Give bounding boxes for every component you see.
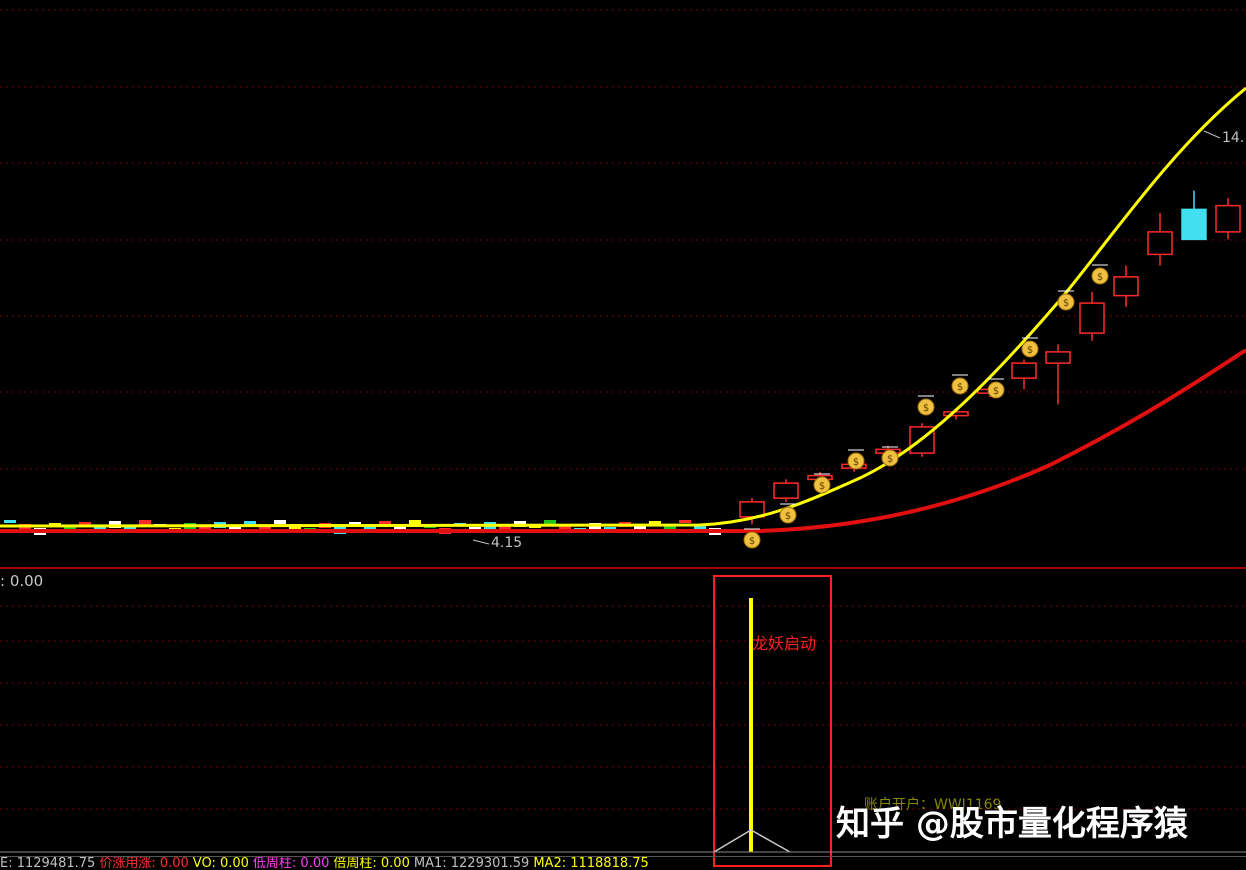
indicator-status-bar: E: 1129481.75 价涨用涨: 0.00 VO: 0.00 低周柱: 0.00… — [0, 856, 1246, 870]
status-bar-item: VO: 0.00 — [192, 856, 249, 870]
status-bar-item: 价涨用涨: 0.00 — [99, 856, 189, 870]
signal-label: 龙妖启动 — [752, 634, 817, 653]
low-price-label: 4.15 — [491, 535, 523, 551]
money-bag-icon: $ — [951, 374, 969, 395]
money-bag-icon: $ — [1057, 290, 1075, 311]
candle-body — [1045, 351, 1071, 364]
signal-highlight-box — [713, 575, 832, 867]
svg-text:$: $ — [853, 457, 859, 468]
candle-body — [1113, 276, 1139, 297]
flat-candle — [379, 521, 391, 524]
svg-text:$: $ — [923, 403, 929, 414]
svg-text:$: $ — [785, 511, 791, 522]
watermark-text: 知乎 @股市量化程序猿 — [836, 804, 1188, 844]
flat-candle — [4, 520, 16, 523]
indicator-value-label: : 0.00 — [0, 572, 44, 590]
candle-body — [1011, 362, 1037, 379]
high-marker-arrow — [1203, 130, 1221, 139]
status-bar-item: 低周柱: 0.00 — [252, 856, 330, 870]
candle-body — [1215, 204, 1241, 233]
candle-body — [943, 411, 969, 417]
status-bar-item: MA1: 1229301.59 — [413, 856, 530, 870]
svg-text:$: $ — [819, 481, 825, 492]
grid-lines — [0, 9, 1246, 810]
flat-candle — [679, 520, 691, 523]
svg-text:$: $ — [993, 386, 999, 397]
svg-text:$: $ — [1063, 298, 1069, 309]
money-bag-icon: $ — [917, 395, 935, 416]
candle-body — [1181, 208, 1207, 241]
svg-text:$: $ — [887, 454, 893, 465]
svg-text:$: $ — [749, 536, 755, 547]
candle-body — [1147, 231, 1173, 256]
svg-text:$: $ — [1027, 345, 1033, 356]
status-bar-item: 倍周柱: 0.00 — [333, 856, 410, 870]
candle-body — [773, 482, 799, 499]
stock-chart[interactable]: $ $ $ $ $ $ $ $ $ $ $ — [0, 0, 1246, 869]
candle-body — [1079, 302, 1105, 334]
money-bag-icon: $ — [1091, 264, 1109, 285]
money-bag-icon: $ — [987, 378, 1005, 399]
high-price-label: 14. — [1222, 130, 1245, 146]
red-ma-line — [0, 348, 1246, 533]
low-marker-arrow — [472, 539, 490, 545]
status-bar-item: MA2: 1118818.75 — [533, 856, 649, 870]
status-bar-item: E: 1129481.75 — [0, 856, 96, 870]
svg-text:$: $ — [957, 382, 963, 393]
svg-text:$: $ — [1097, 272, 1103, 283]
flat-candle — [274, 520, 286, 524]
money-bag-icon: $ — [847, 449, 865, 470]
